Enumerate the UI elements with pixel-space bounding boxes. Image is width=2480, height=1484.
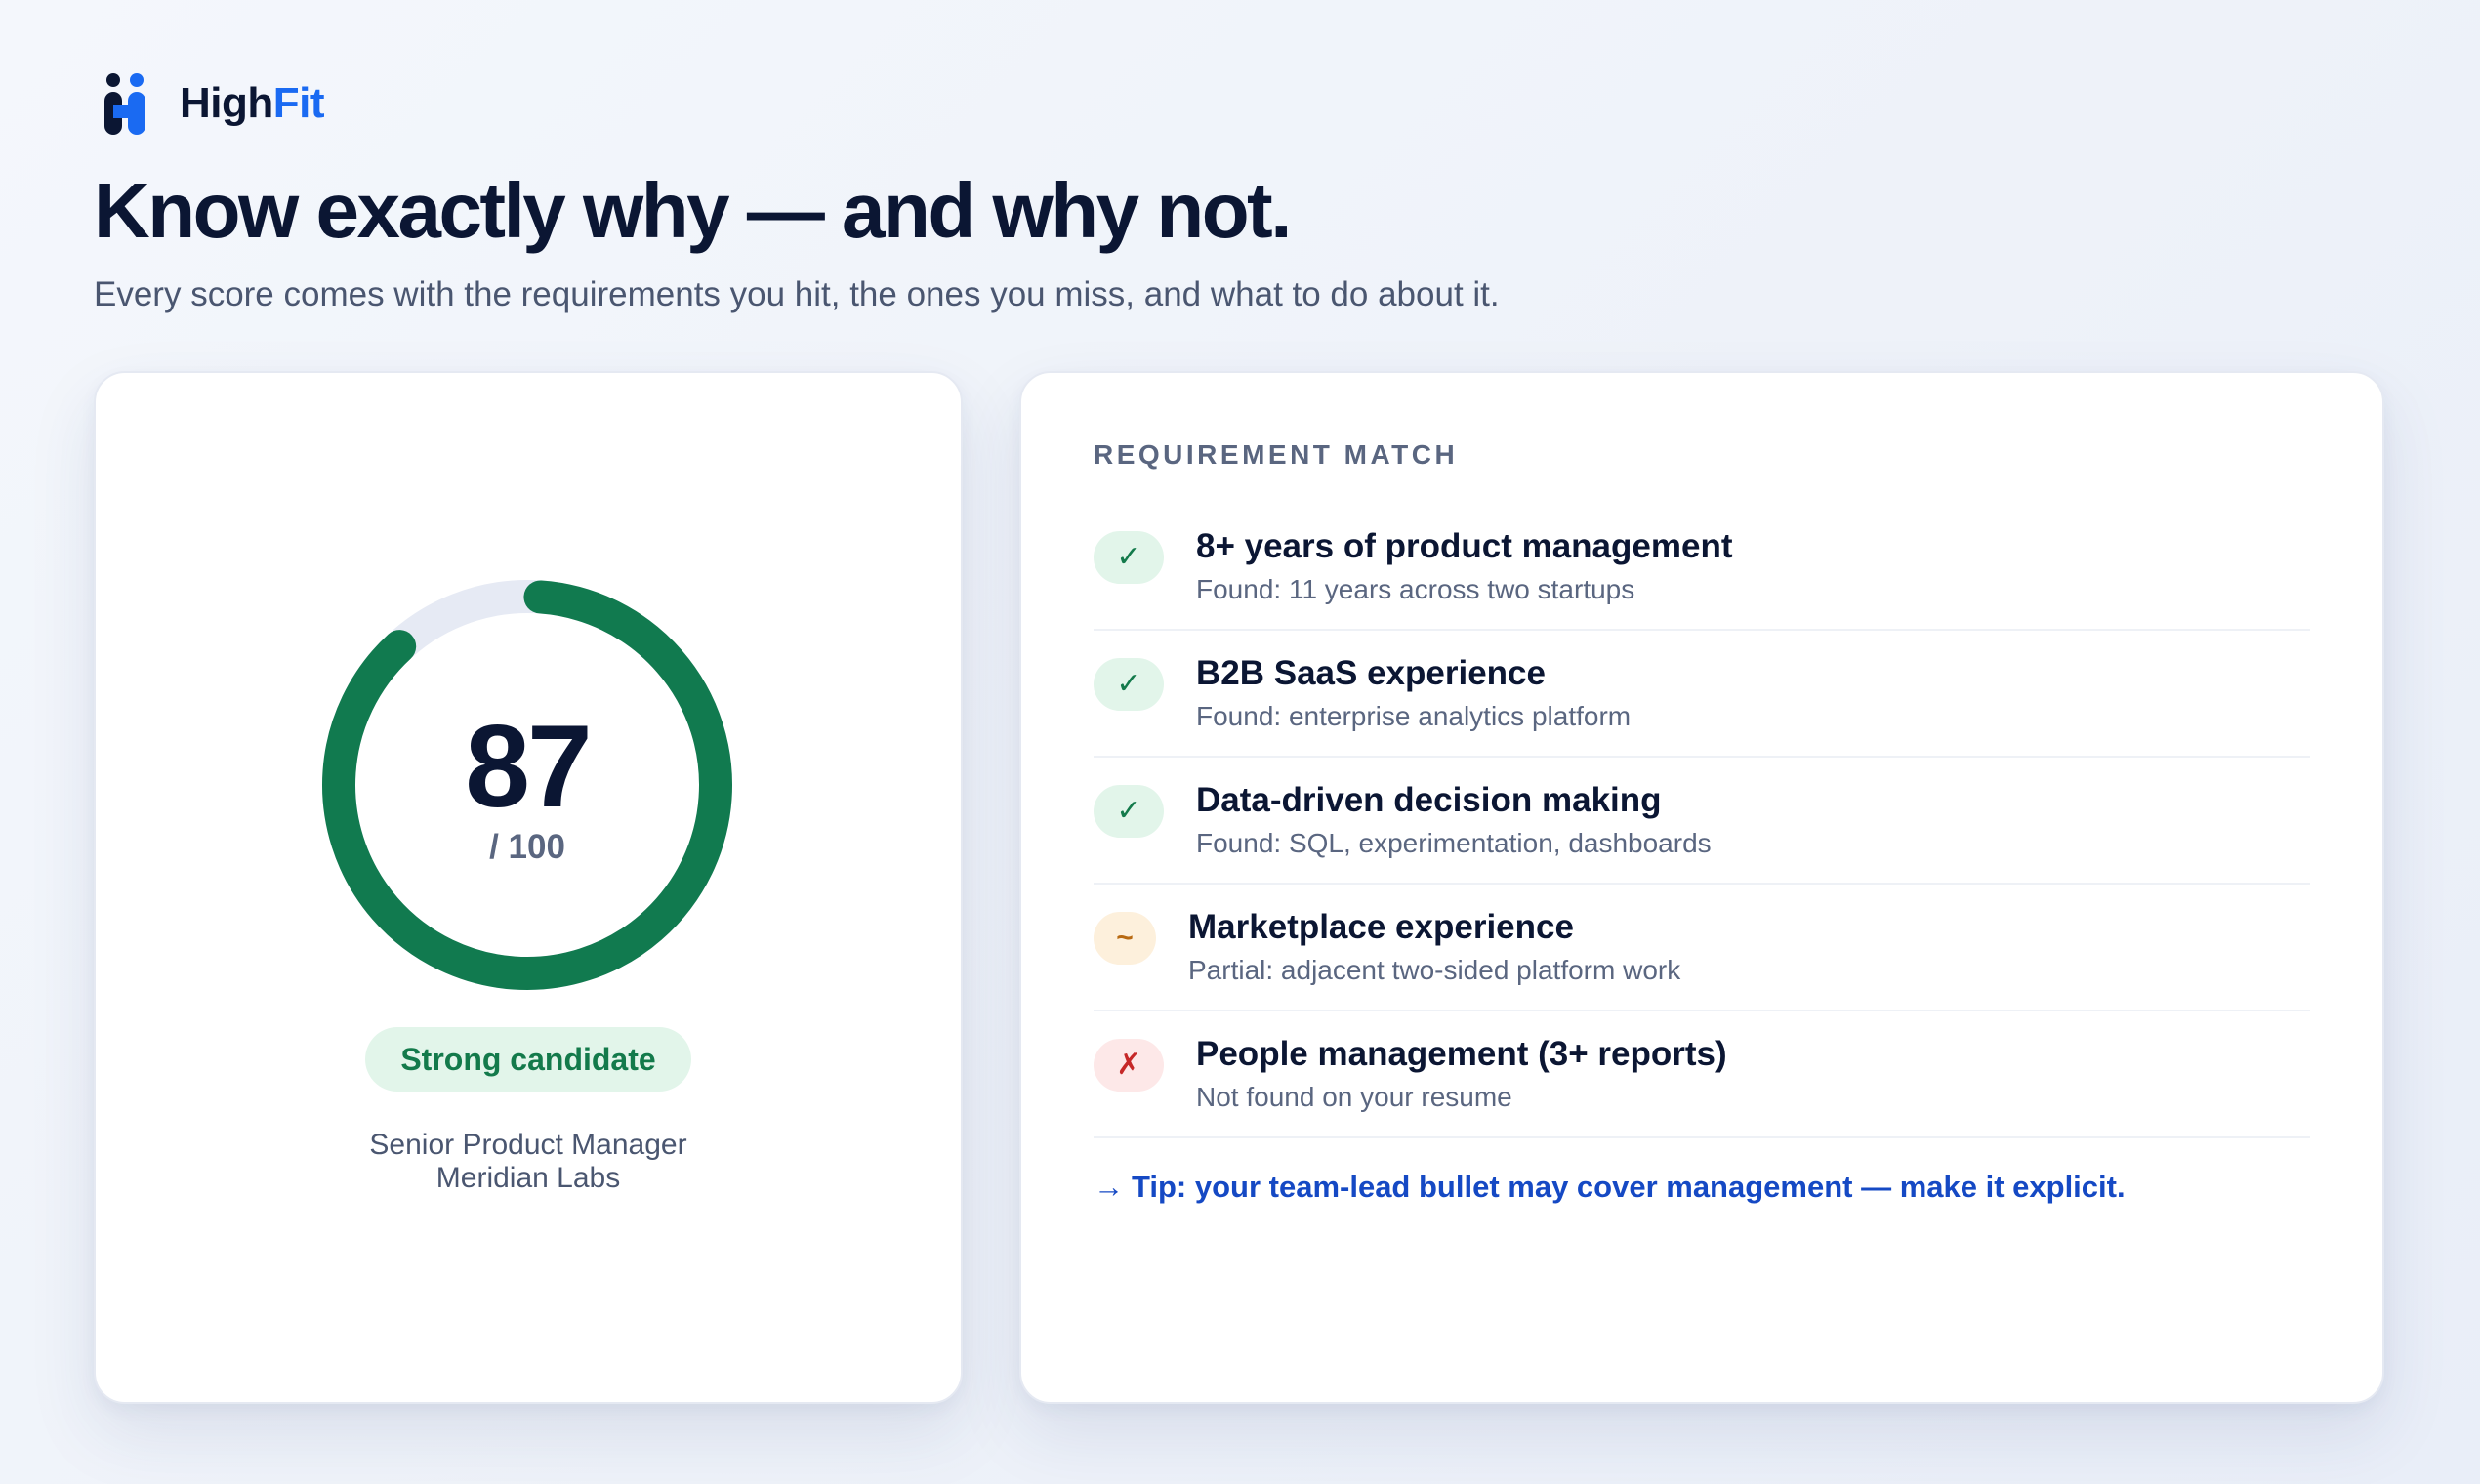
brand-name: HighFit: [180, 79, 325, 128]
check-icon: ✓: [1094, 531, 1164, 584]
requirement-row: ✓ 8+ years of product management Found: …: [1094, 504, 2310, 631]
cross-icon: ✗: [1094, 1039, 1164, 1092]
requirement-detail: Not found on your resume: [1196, 1082, 1512, 1112]
page-subheadline: Every score comes with the requirements …: [94, 275, 1500, 313]
page: HighFit Know exactly why — and why not. …: [0, 0, 2480, 1484]
page-headline: Know exactly why — and why not.: [94, 167, 1292, 254]
requirement-row: ✓ Data-driven decision making Found: SQL…: [1094, 758, 2310, 885]
requirement-title: Marketplace experience: [1188, 908, 1574, 946]
company-name: Meridian Labs: [435, 1162, 621, 1194]
requirements-list: ✓ 8+ years of product management Found: …: [1094, 504, 2310, 1138]
requirement-detail: Found: enterprise analytics platform: [1196, 701, 1632, 731]
requirement-title: B2B SaaS experience: [1196, 654, 1546, 692]
check-icon: ✓: [1094, 785, 1164, 838]
requirement-detail: Found: 11 years across two startups: [1196, 574, 1635, 604]
score-max-label: / 100: [489, 828, 565, 866]
requirement-title: People management (3+ reports): [1196, 1035, 1727, 1073]
requirement-detail: Partial: adjacent two-sided platform wor…: [1188, 955, 1681, 985]
requirement-title: 8+ years of product management: [1196, 527, 1733, 565]
requirement-title: Data-driven decision making: [1196, 781, 1662, 819]
requirement-detail: Found: SQL, experimentation, dashboards: [1196, 828, 1712, 858]
requirement-row: ✓ B2B SaaS experience Found: enterprise …: [1094, 631, 2310, 758]
tip-text: Tip: your team-lead bullet may cover man…: [1132, 1170, 2126, 1204]
highfit-logo-icon: [104, 73, 145, 135]
brand[interactable]: HighFit: [102, 72, 325, 135]
partial-icon: ~: [1094, 912, 1156, 965]
score-value: 87: [465, 701, 592, 832]
role-title: Senior Product Manager: [369, 1129, 687, 1161]
status-badge: Strong candidate: [365, 1027, 691, 1092]
arrow-right-icon: →: [1094, 1170, 1124, 1204]
requirement-row: ✗ People management (3+ reports) Not fou…: [1094, 1011, 2310, 1138]
requirement-row: ~ Marketplace experience Partial: adjace…: [1094, 885, 2310, 1011]
section-label: REQUIREMENT MATCH: [1094, 439, 1459, 470]
check-icon: ✓: [1094, 658, 1164, 711]
brand-name-primary: High: [180, 79, 273, 127]
brand-name-accent: Fit: [272, 79, 325, 127]
tip-link[interactable]: → Tip: your team-lead bullet may cover ma…: [1094, 1170, 2126, 1205]
